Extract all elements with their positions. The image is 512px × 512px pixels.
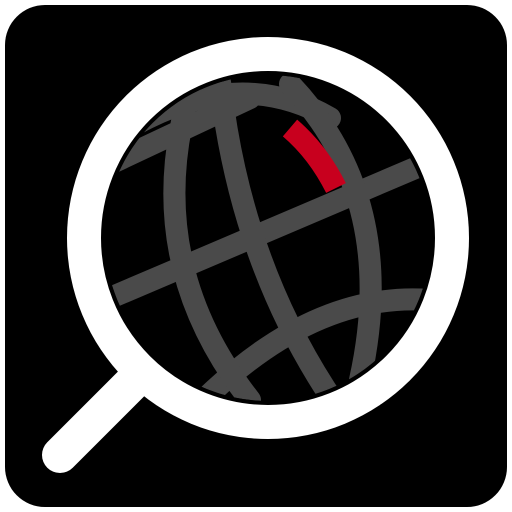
app-icon[interactable] <box>0 0 512 512</box>
globe-search-icon <box>5 5 507 507</box>
